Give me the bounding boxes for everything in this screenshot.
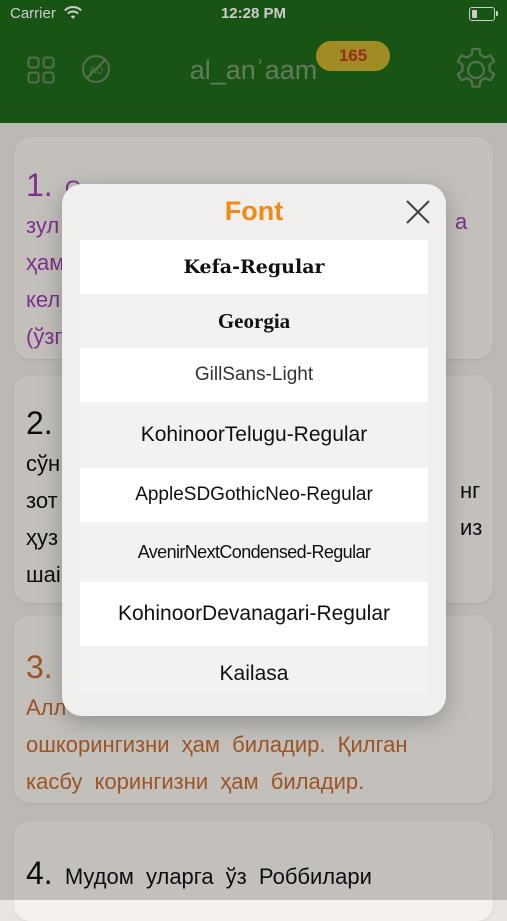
- font-list[interactable]: Kefa-Regular Georgia GillSans-Light Kohi…: [80, 240, 428, 692]
- font-option-kohinoor-devanagari[interactable]: KohinoorDevanagari-Regular: [80, 582, 428, 646]
- font-option-kohinoor-telugu[interactable]: KohinoorTelugu-Regular: [80, 402, 428, 468]
- font-option-kailasa[interactable]: Kailasa: [80, 646, 428, 692]
- font-option-georgia[interactable]: Georgia: [80, 294, 428, 348]
- font-option-kefa[interactable]: Kefa-Regular: [80, 240, 428, 294]
- font-option-gillsans-light[interactable]: GillSans-Light: [80, 348, 428, 402]
- font-option-avenir-next-condensed[interactable]: AvenirNextCondensed-Regular: [80, 522, 428, 582]
- close-icon[interactable]: [404, 198, 432, 226]
- dialog-title: Font: [224, 196, 284, 226]
- font-picker-dialog: Font Kefa-Regular Georgia GillSans-Light…: [62, 184, 446, 716]
- font-option-apple-sd-gothic-neo[interactable]: AppleSDGothicNeo-Regular: [80, 468, 428, 522]
